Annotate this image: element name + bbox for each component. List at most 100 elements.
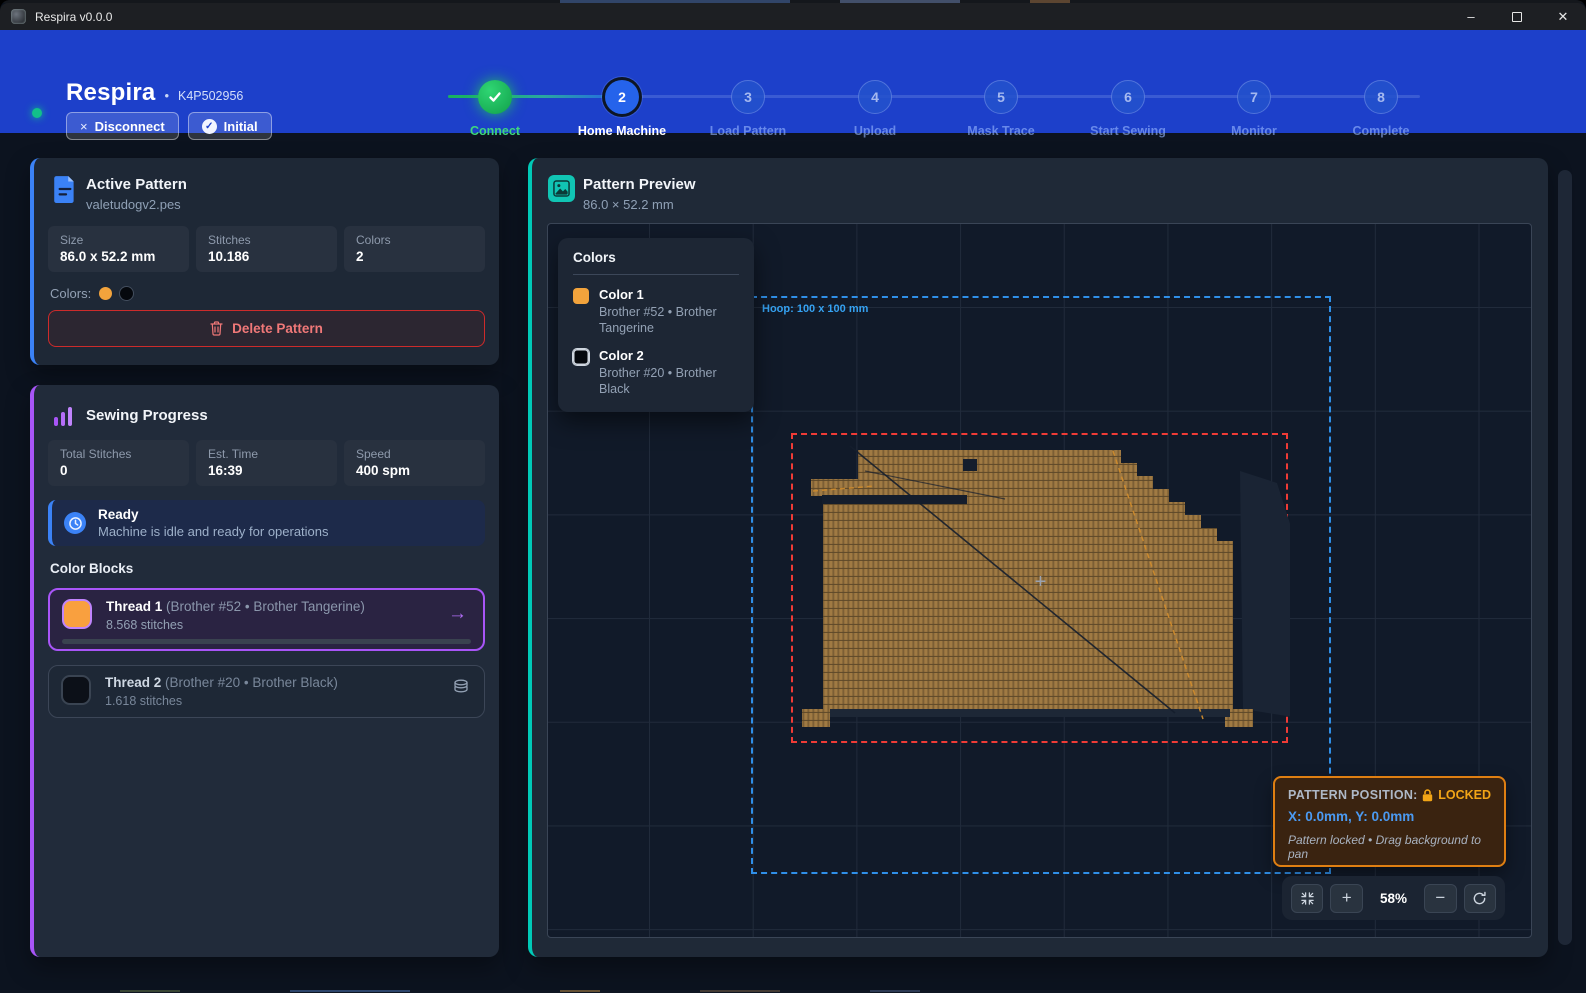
- color-dot-black: [120, 287, 133, 300]
- thread-1-progress-bar: [62, 639, 471, 644]
- stat-size: Size 86.0 x 52.2 mm: [48, 226, 189, 272]
- maximize-button[interactable]: [1494, 3, 1540, 30]
- locked-badge: LOCKED: [1438, 788, 1491, 802]
- brand-title: Respira: [66, 79, 155, 107]
- status-title: Ready: [98, 507, 329, 522]
- legend-entry-color1: Color 1 Brother #52 • Brother Tangerine: [573, 287, 739, 336]
- disconnect-x-icon: ×: [80, 119, 88, 134]
- active-pattern-card: Active Pattern valetudogv2.pes Size 86.0…: [30, 158, 499, 365]
- delete-pattern-button[interactable]: Delete Pattern: [48, 310, 485, 347]
- zoom-level: 58%: [1370, 891, 1417, 906]
- legend-title: Colors: [573, 250, 739, 275]
- titlebar: Respira v0.0.0 – ✕: [0, 3, 1586, 30]
- canvas-center-crosshair: +: [1032, 574, 1049, 591]
- stat-colors: Colors 2: [344, 226, 485, 272]
- lock-icon: [1422, 789, 1433, 802]
- step-label: Load Pattern: [710, 124, 786, 138]
- colors-label: Colors:: [50, 286, 91, 301]
- step-label: Start Sewing: [1090, 124, 1166, 138]
- arrow-right-icon: →: [448, 603, 467, 625]
- step-label: Connect: [470, 124, 520, 138]
- thread-2-swatch: [61, 675, 91, 705]
- pattern-position-overlay: PATTERN POSITION: LOCKED X: 0.0mm, Y: 0.…: [1273, 776, 1506, 867]
- thread-1-swatch: [62, 599, 92, 629]
- image-icon: [548, 175, 575, 202]
- layers-icon: [452, 678, 470, 701]
- step-label: Complete: [1353, 124, 1410, 138]
- step-number: 5: [984, 80, 1018, 114]
- step-check-icon: [478, 80, 512, 114]
- step-number: 2: [605, 80, 639, 114]
- zoom-in-button[interactable]: +: [1330, 884, 1362, 913]
- machine-serial: K4P502956: [178, 89, 243, 103]
- position-coordinates: X: 0.0mm, Y: 0.0mm: [1288, 809, 1491, 824]
- stat-speed: Speed 400 spm: [344, 440, 485, 486]
- document-icon: [52, 175, 80, 203]
- plus-icon: +: [1342, 888, 1352, 908]
- position-label: PATTERN POSITION:: [1288, 788, 1418, 802]
- close-button[interactable]: ✕: [1540, 3, 1586, 30]
- fit-icon: [1300, 891, 1315, 906]
- initial-button[interactable]: ✓ Initial: [188, 112, 272, 140]
- thread-2-name: Thread 2: [105, 675, 161, 690]
- minus-icon: −: [1435, 888, 1445, 908]
- step-number: 4: [858, 80, 892, 114]
- thread-1-block[interactable]: Thread 1 (Brother #52 • Brother Tangerin…: [48, 588, 485, 651]
- pattern-dimensions: 86.0 × 52.2 mm: [583, 197, 696, 212]
- step-label: Home Machine: [578, 124, 666, 138]
- sewing-progress-card: Sewing Progress Total Stitches 0 Est. Ti…: [30, 385, 499, 957]
- fit-to-view-button[interactable]: [1291, 884, 1323, 913]
- colors-legend: Colors Color 1 Brother #52 • Brother Tan…: [558, 238, 754, 412]
- delete-pattern-label: Delete Pattern: [232, 321, 323, 336]
- legend-swatch-orange: [573, 288, 589, 304]
- thread-1-name: Thread 1: [106, 599, 162, 614]
- initial-check-icon: ✓: [202, 119, 217, 134]
- initial-label: Initial: [224, 119, 258, 134]
- step-label: Mask Trace: [967, 124, 1034, 138]
- minimize-icon: –: [1467, 9, 1474, 24]
- pattern-preview-title: Pattern Preview: [583, 176, 696, 193]
- zoom-controls: + 58% −: [1282, 876, 1505, 920]
- thread-2-detail: (Brother #20 • Brother Black): [165, 675, 338, 690]
- position-hint: Pattern locked • Drag background to pan: [1288, 833, 1491, 861]
- vertical-scrollbar[interactable]: [1558, 170, 1572, 945]
- thread-2-block[interactable]: Thread 2 (Brother #20 • Brother Black) 1…: [48, 665, 485, 718]
- app-header: Respira • K4P502956 × Disconnect ✓ Initi…: [0, 30, 1586, 133]
- close-icon: ✕: [1558, 9, 1569, 25]
- minimize-button[interactable]: –: [1448, 3, 1494, 30]
- pattern-preview-card: Pattern Preview 86.0 × 52.2 mm Hoop: 100…: [528, 158, 1548, 957]
- titlebar-title: Respira v0.0.0: [35, 10, 112, 24]
- step-number: 7: [1237, 80, 1271, 114]
- disconnect-label: Disconnect: [95, 119, 165, 134]
- zoom-out-button[interactable]: −: [1424, 884, 1456, 913]
- step-label: Upload: [854, 124, 896, 138]
- bar-chart-icon: [52, 404, 80, 432]
- stat-stitches: Stitches 10.186: [196, 226, 337, 272]
- machine-status-banner: Ready Machine is idle and ready for oper…: [48, 500, 485, 546]
- thread-1-detail: (Brother #52 • Brother Tangerine): [166, 599, 365, 614]
- maximize-icon: [1512, 12, 1522, 22]
- pattern-filename: valetudogv2.pes: [86, 197, 187, 212]
- step-number: 6: [1111, 80, 1145, 114]
- reset-view-button[interactable]: [1464, 884, 1496, 913]
- app-icon: [11, 9, 26, 24]
- color-dot-orange: [99, 287, 112, 300]
- stat-est-time: Est. Time 16:39: [196, 440, 337, 486]
- thread-1-stitches: 8.568 stitches: [106, 618, 183, 632]
- stepper-track-complete: [448, 95, 622, 98]
- refresh-icon: [1472, 891, 1487, 906]
- brand-separator: •: [164, 88, 169, 103]
- color-blocks-label: Color Blocks: [50, 561, 133, 576]
- hoop-label: Hoop: 100 x 100 mm: [762, 303, 868, 315]
- preview-canvas[interactable]: Hoop: 100 x 100 mm: [547, 223, 1532, 938]
- disconnect-button[interactable]: × Disconnect: [66, 112, 179, 140]
- active-pattern-title: Active Pattern: [86, 176, 187, 193]
- legend-swatch-black: [573, 349, 589, 365]
- status-description: Machine is idle and ready for operations: [98, 524, 329, 539]
- app-window: Respira v0.0.0 – ✕ Respira • K4P502956 ×…: [0, 0, 1586, 993]
- trash-icon: [210, 321, 223, 336]
- stat-total-stitches: Total Stitches 0: [48, 440, 189, 486]
- workflow-stepper: Connect 2 Home Machine 3 Load Pattern 4 …: [440, 48, 1450, 151]
- sewing-progress-title: Sewing Progress: [86, 407, 208, 424]
- step-number: 3: [731, 80, 765, 114]
